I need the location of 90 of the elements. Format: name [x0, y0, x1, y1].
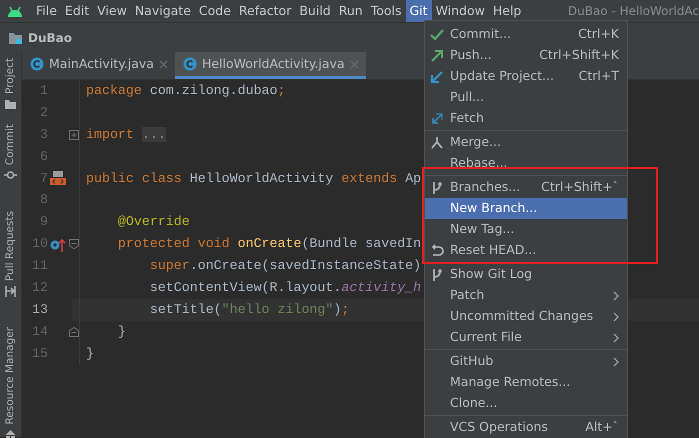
- shortcut-label: Alt+`: [584, 418, 619, 436]
- menu-item[interactable]: Current File: [425, 327, 627, 348]
- arrow-icon: [430, 112, 444, 126]
- menu-item[interactable]: VCS Operations Alt+`: [425, 417, 627, 438]
- menu-item[interactable]: Build: [295, 0, 335, 22]
- editor-tab[interactable]: MainActivity.java: [22, 52, 175, 79]
- menu-item[interactable]: File: [32, 0, 61, 22]
- check-icon: [430, 28, 444, 42]
- code-line: public class HelloWorldActivity extends Ap: [85, 170, 422, 188]
- code-line: }: [116, 322, 126, 341]
- branch-icon: [430, 268, 444, 282]
- line-number: 6: [39, 148, 48, 166]
- menu-item[interactable]: Reset HEAD...: [425, 240, 627, 261]
- code-line: }: [85, 344, 94, 363]
- close-icon: [350, 60, 359, 68]
- editor-tab[interactable]: HelloWorldActivity.java: [174, 52, 366, 79]
- commit-icon: [4, 169, 17, 182]
- folder-icon: [8, 30, 24, 44]
- code-line: setTitle("hello zilong");: [148, 300, 350, 319]
- pull-request-icon: [4, 285, 17, 298]
- tool-window-button[interactable]: Project: [2, 58, 18, 110]
- line-number: 10: [31, 235, 48, 254]
- merge-icon: [430, 136, 444, 150]
- menu-item[interactable]: Push... Ctrl+Shift+K: [425, 45, 627, 66]
- menu-item[interactable]: Fetch: [425, 108, 627, 129]
- shortcut-label: Ctrl+K: [577, 25, 619, 44]
- window-title: DuBao - HelloWorldAc: [568, 3, 699, 20]
- menu-item[interactable]: Code: [194, 0, 235, 22]
- menu-item[interactable]: Git: [406, 0, 432, 22]
- menu-item[interactable]: Help: [488, 0, 526, 22]
- resource-icon: [4, 428, 17, 438]
- line-number: 9: [39, 213, 48, 232]
- line-number: 14: [31, 322, 48, 341]
- line-number: 12: [31, 278, 48, 297]
- menu-item[interactable]: Patch: [425, 285, 627, 306]
- fold-icon: [68, 326, 78, 337]
- class-marker-icon: [50, 171, 66, 186]
- menu-item[interactable]: Navigate: [130, 0, 195, 22]
- line-number: 1: [39, 82, 48, 100]
- line-number: 3: [39, 126, 48, 144]
- code-line: setContentView(R.layout.activity_h: [148, 278, 422, 297]
- menu-item[interactable]: GitHub: [425, 351, 627, 372]
- menu-item[interactable]: Branches... Ctrl+Shift+`: [425, 177, 627, 198]
- class-icon: [182, 57, 197, 71]
- menu-item[interactable]: Rebase...: [425, 153, 627, 174]
- expand-icon: [68, 130, 78, 140]
- menu-item[interactable]: Pull...: [425, 87, 627, 108]
- menu-item[interactable]: Run: [334, 0, 367, 22]
- close-icon: [158, 60, 168, 68]
- shortcut-label: Ctrl+Shift+K: [538, 46, 619, 64]
- line-number: 15: [31, 344, 48, 363]
- code-line: @Override: [116, 213, 190, 232]
- fold-icon: [68, 239, 78, 250]
- line-number: 8: [39, 191, 48, 210]
- menu-item[interactable]: Clone...: [425, 393, 627, 414]
- menu-item[interactable]: Window: [432, 0, 489, 22]
- tool-window-button[interactable]: Resource Manager: [2, 327, 18, 438]
- menu-item[interactable]: View: [93, 0, 131, 22]
- menu-item[interactable]: Commit... Ctrl+K: [425, 24, 627, 45]
- class-icon: [30, 57, 44, 71]
- tool-window-button[interactable]: Commit: [2, 124, 18, 182]
- android-icon: [6, 4, 24, 18]
- undo-icon: [430, 244, 444, 258]
- menu-item[interactable]: Update Project... Ctrl+T: [425, 66, 627, 87]
- shortcut-label: Ctrl+Shift+`: [540, 178, 619, 196]
- shortcut-label: Ctrl+T: [578, 67, 619, 86]
- code-line: import ...: [85, 126, 166, 144]
- menu-item[interactable]: Merge...: [425, 132, 627, 153]
- menu-item[interactable]: New Branch...: [425, 198, 627, 219]
- code-line: super.onCreate(savedInstanceState): [148, 257, 422, 276]
- arrow-icon: [430, 48, 444, 62]
- menu-item[interactable]: Manage Remotes...: [425, 372, 627, 393]
- line-number: 13: [31, 300, 48, 319]
- arrow-icon: [430, 70, 444, 84]
- code-line: package com.zilong.dubao;: [85, 82, 286, 100]
- project-name: DuBao: [28, 30, 72, 46]
- menu-item[interactable]: Show Git Log: [425, 264, 627, 285]
- menu-item[interactable]: Edit: [60, 0, 94, 22]
- code-line: protected void onCreate(Bundle savedIn: [116, 235, 422, 254]
- tool-window-button[interactable]: Pull Requests: [2, 211, 18, 298]
- line-number: 11: [31, 257, 48, 276]
- line-number: 7: [39, 170, 48, 188]
- menu-item[interactable]: New Tag...: [425, 219, 627, 240]
- override-marker-icon: [50, 236, 66, 252]
- menu-item[interactable]: Tools: [366, 0, 406, 22]
- folder-icon: [4, 98, 17, 110]
- branch-icon: [430, 180, 444, 194]
- line-number: 2: [39, 104, 48, 122]
- menu-item[interactable]: Refactor: [234, 0, 296, 22]
- menu-item[interactable]: Uncommitted Changes: [425, 306, 627, 327]
